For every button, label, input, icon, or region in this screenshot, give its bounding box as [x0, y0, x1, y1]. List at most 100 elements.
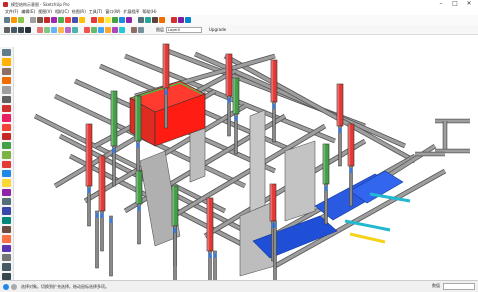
arc-icon[interactable] [2, 114, 11, 122]
column-8-highlight[interactable] [270, 184, 273, 221]
menu-edit[interactable]: 编辑(E) [21, 9, 35, 15]
pan-tool-icon[interactable] [11, 26, 17, 33]
arc-tool-icon[interactable] [37, 17, 43, 23]
column-1-highlight[interactable] [226, 54, 229, 96]
color-swatch-blue-icon[interactable] [119, 17, 125, 23]
support-post-4-clamp[interactable] [87, 188, 91, 193]
maximize-icon[interactable]: □ [448, 0, 462, 8]
make-component-icon[interactable] [2, 58, 11, 66]
base-post-2[interactable] [173, 225, 177, 285]
rotate-icon[interactable] [2, 160, 11, 169]
credits-icon[interactable] [11, 283, 17, 290]
wireframe-style-icon[interactable] [91, 26, 97, 33]
offset-tool-icon[interactable] [79, 17, 85, 23]
textured-style-icon[interactable] [112, 26, 118, 33]
color-swatch-purple-icon[interactable] [126, 17, 132, 23]
color-swatch-orange-icon[interactable] [98, 17, 104, 23]
support-post-14-clamp[interactable] [137, 206, 141, 211]
menu-view[interactable]: 视图(V) [38, 9, 52, 15]
minimize-icon[interactable]: – [434, 0, 448, 8]
scale-tool-icon[interactable] [72, 17, 78, 23]
paint-bucket-icon[interactable] [18, 17, 24, 23]
push-pull-left-icon[interactable] [2, 151, 11, 159]
tape-measure-icon[interactable] [138, 17, 144, 23]
monochrome-style-icon[interactable] [119, 26, 125, 33]
support-post-2-clamp[interactable] [272, 104, 276, 109]
select-arrow-icon[interactable] [2, 49, 11, 57]
menu-file[interactable]: 文件(F) [5, 9, 18, 15]
offset-icon[interactable] [2, 188, 11, 196]
line-icon[interactable] [2, 95, 11, 103]
zoom-tool-icon[interactable] [18, 26, 24, 33]
freehand-icon[interactable] [2, 132, 11, 141]
text-icon[interactable] [2, 225, 11, 234]
circle-icon[interactable] [2, 104, 11, 113]
color-swatch-red-icon[interactable] [91, 17, 97, 23]
select-tool-icon[interactable] [4, 17, 10, 23]
support-post-12-clamp[interactable] [234, 116, 238, 121]
wall-panel-e[interactable] [284, 140, 316, 222]
eraser-icon[interactable] [2, 76, 11, 85]
front-view-icon[interactable] [51, 26, 57, 33]
back-view-icon[interactable] [65, 26, 71, 33]
menu-help[interactable]: 帮助(H) [142, 9, 156, 15]
column-11-highlight[interactable] [172, 186, 175, 226]
tape-icon[interactable] [2, 198, 11, 206]
orbit-tool-icon[interactable] [4, 26, 10, 33]
zoom-extents-icon[interactable] [25, 26, 31, 33]
base-post-3-clamp[interactable] [213, 253, 217, 258]
follow-me-icon[interactable] [2, 170, 11, 178]
section-cut-icon[interactable] [138, 26, 144, 33]
column-14-highlight[interactable] [136, 171, 139, 204]
section-plane-icon[interactable] [131, 26, 137, 33]
column-2-highlight[interactable] [271, 60, 274, 102]
column-3-highlight[interactable] [337, 84, 340, 126]
rotate-tool-icon[interactable] [65, 17, 71, 23]
move-icon[interactable] [2, 142, 11, 150]
menu-extensions[interactable]: 扩展程序 [123, 9, 139, 15]
top-view-icon[interactable] [44, 26, 50, 33]
base-post-4[interactable] [273, 220, 277, 282]
support-post-13-clamp[interactable] [324, 186, 328, 191]
base-post-1-clamp[interactable] [109, 218, 113, 223]
geo-location-icon[interactable] [3, 283, 9, 290]
close-icon[interactable]: ✕ [462, 0, 476, 8]
support-post-5-clamp[interactable] [100, 213, 104, 218]
dimension-icon[interactable] [2, 207, 11, 215]
paint-icon[interactable] [2, 67, 11, 75]
model-viewport[interactable] [15, 36, 478, 292]
3d-text-icon[interactable] [2, 244, 11, 252]
axes-tool-icon[interactable] [159, 17, 165, 23]
components-icon[interactable] [185, 17, 191, 23]
eraser-tool-icon[interactable] [11, 17, 17, 23]
zoom-icon[interactable] [2, 272, 11, 280]
color-swatch-green-icon[interactable] [112, 17, 118, 23]
protractor-left-icon[interactable] [2, 216, 11, 224]
axes-icon[interactable] [2, 235, 11, 243]
scale-icon[interactable] [2, 179, 11, 187]
base-post-0-clamp[interactable] [95, 213, 99, 218]
menu-draw[interactable]: 绘图(R) [72, 9, 86, 15]
base-post-2-clamp[interactable] [173, 228, 177, 233]
support-post-9-clamp[interactable] [136, 143, 140, 148]
menu-window[interactable]: 窗口(W) [105, 9, 120, 15]
layer-dropdown[interactable]: Layer0 [166, 26, 202, 33]
rectangle-tool-icon[interactable] [44, 17, 50, 23]
yellow-rod[interactable] [349, 232, 386, 244]
column-5-highlight[interactable] [99, 156, 102, 211]
pan-icon[interactable] [2, 263, 11, 271]
support-post-0-clamp[interactable] [164, 90, 168, 95]
base-post-4-clamp[interactable] [273, 223, 277, 228]
column-10-highlight[interactable] [111, 91, 114, 146]
iso-view-icon[interactable] [37, 26, 43, 33]
color-swatch-yellow-icon[interactable] [105, 17, 111, 23]
base-post-0[interactable] [95, 210, 99, 269]
column-4-highlight[interactable] [86, 124, 89, 186]
column-13-highlight[interactable] [323, 144, 326, 184]
push-pull-icon[interactable] [51, 17, 57, 23]
text-tool-icon[interactable] [152, 17, 158, 23]
hidden-line-style-icon[interactable] [98, 26, 104, 33]
wall-panel-b[interactable] [249, 109, 266, 223]
left-view-icon[interactable] [72, 26, 78, 33]
line-tool-icon[interactable] [30, 17, 36, 23]
